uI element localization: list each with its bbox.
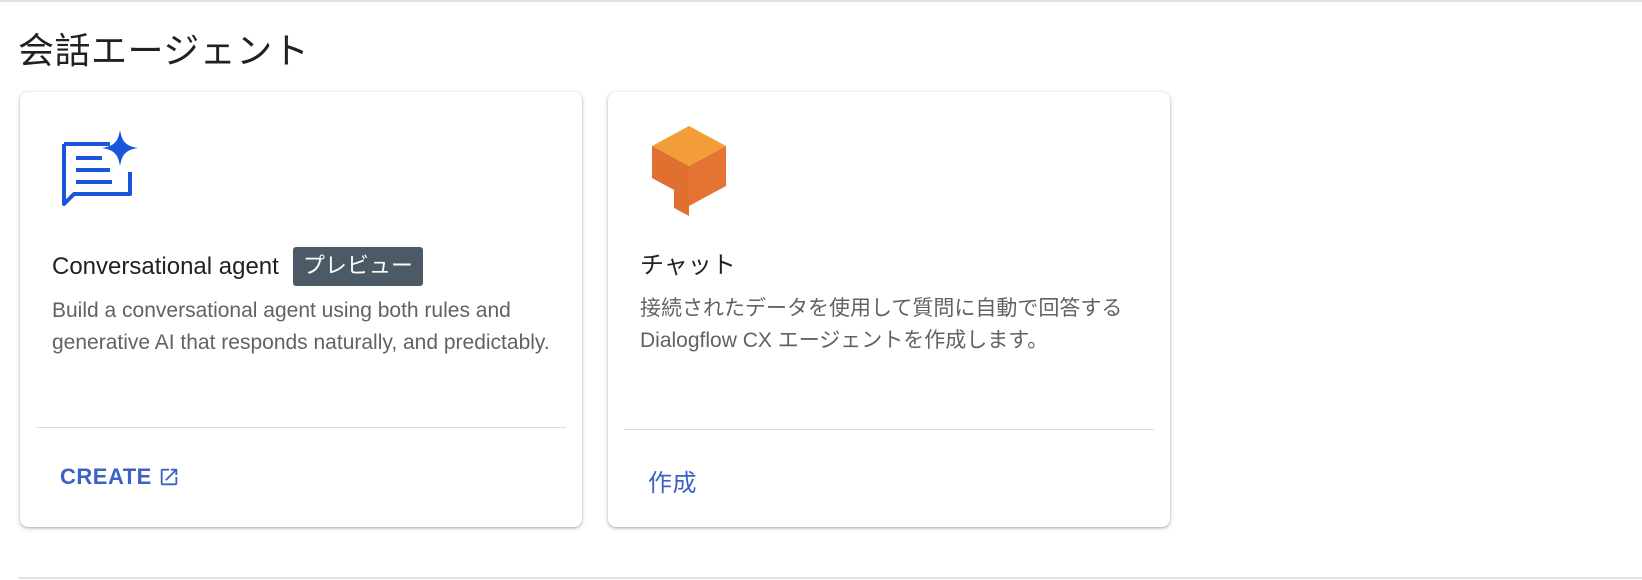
card-title-row: Conversational agent プレビュー [52, 247, 423, 286]
card-description: Build a conversational agent using both … [52, 299, 550, 354]
card-title: Conversational agent [52, 252, 279, 280]
card-divider [36, 427, 566, 428]
chat-card: チャット 接続されたデータを使用して質問に自動で回答する Dialogflow … [608, 92, 1170, 527]
card-divider [624, 429, 1154, 430]
create-button[interactable]: CREATE [60, 464, 180, 490]
dialogflow-cube-icon [652, 126, 726, 216]
create-button-label: CREATE [60, 464, 152, 489]
chat-sparkle-icon [62, 130, 138, 206]
top-divider [0, 0, 1642, 2]
create-chat-button-label: 作成 [648, 470, 697, 497]
card-description: 接続されたデータを使用して質問に自動で回答する Dialogflow CX エー… [640, 297, 1123, 352]
card-title-row: チャット [640, 245, 736, 280]
preview-badge: プレビュー [292, 247, 423, 286]
bottom-divider [18, 577, 1642, 579]
card-title: チャット [640, 252, 736, 279]
create-chat-button[interactable]: 作成 [648, 463, 697, 498]
section-title: 会話エージェント [18, 30, 310, 71]
open-in-new-icon [160, 468, 178, 486]
conversational-agent-card: Conversational agent プレビュー Build a conve… [20, 92, 582, 527]
